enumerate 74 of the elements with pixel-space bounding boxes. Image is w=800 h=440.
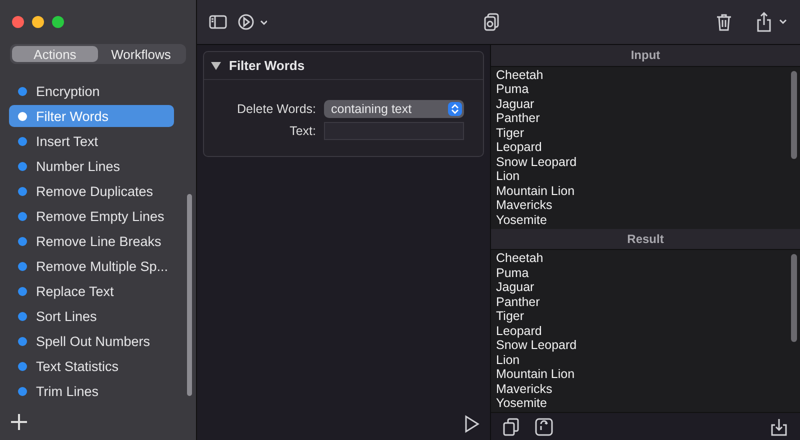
- dot-icon: [18, 362, 27, 370]
- text-line: Mountain Lion: [496, 184, 576, 198]
- sidebar-item[interactable]: Trim Lines: [9, 380, 174, 402]
- text-field[interactable]: [324, 122, 464, 140]
- scrollbar[interactable]: [791, 254, 797, 342]
- zoom-button[interactable]: [52, 16, 64, 28]
- gear-play-icon[interactable]: [237, 13, 267, 31]
- text-area[interactable]: Cheetah Puma Jaguar Panther Tiger Leopard Snow Leopard Lion Mountain Lion Mavericks Yosemite: [491, 66, 800, 229]
- text-area[interactable]: Cheetah Puma Jaguar Panther Tiger Leopard Snow Leopard Lion Mountain Lion Mavericks Yosemite: [491, 250, 800, 412]
- dot-icon: [18, 212, 27, 220]
- text-line: Tiger: [496, 126, 526, 140]
- text-line: Cheetah: [496, 251, 544, 266]
- dropdown[interactable]: containing text: [324, 100, 464, 118]
- tab[interactable]: Workflows: [98, 46, 184, 62]
- text-line: Snow Leopard: [496, 154, 578, 170]
- pane-header: Result: [491, 228, 800, 250]
- sidebar-item[interactable]: Remove Duplicates: [9, 180, 174, 202]
- sidebar-toggle-icon[interactable]: [209, 15, 227, 29]
- sidebar-item[interactable]: Remove Multiple Sp...: [9, 255, 174, 277]
- sidebar-item[interactable]: Sort Lines: [9, 305, 174, 327]
- text-line: Mavericks: [496, 198, 554, 213]
- text-line: Panther: [496, 111, 541, 126]
- dot-icon: [18, 162, 27, 170]
- minimize-button[interactable]: [32, 16, 44, 28]
- run-icon[interactable]: [464, 415, 480, 433]
- stepper-icon: [448, 102, 462, 116]
- text-line: Tiger: [496, 309, 526, 324]
- text-line: Cheetah: [496, 68, 544, 82]
- text-line: Jaguar: [496, 280, 536, 295]
- text-line: Mountain Lion: [496, 367, 576, 382]
- dot-icon: [18, 286, 27, 296]
- text-line: Panther: [496, 294, 541, 310]
- text-line: Yosemite: [496, 396, 548, 411]
- field-label: Delete Words:: [236, 102, 316, 116]
- text-line: Puma: [496, 266, 530, 280]
- download-icon[interactable]: [770, 418, 788, 436]
- text-line: Snow Leopard: [496, 338, 578, 353]
- text-line: Lion: [496, 352, 521, 368]
- action-title: Filter Words: [229, 58, 305, 73]
- dot-icon: [18, 312, 27, 320]
- close-button[interactable]: [12, 16, 24, 28]
- dot-icon: [18, 336, 27, 346]
- documents-icon[interactable]: [484, 13, 500, 31]
- text-line: Mavericks: [496, 382, 554, 396]
- sidebar-item[interactable]: Remove Empty Lines: [9, 205, 174, 227]
- sidebar-item[interactable]: Remove Line Breaks: [9, 230, 174, 252]
- sidebar-item[interactable]: Insert Text: [9, 130, 174, 152]
- trash-icon[interactable]: [716, 13, 732, 31]
- scrollbar[interactable]: [791, 70, 797, 159]
- dot-icon: [18, 186, 27, 196]
- scrollbar[interactable]: [187, 194, 192, 396]
- text-line: Leopard: [496, 324, 543, 338]
- text-line: Yosemite: [496, 212, 548, 228]
- dot-icon: [18, 262, 27, 270]
- sidebar-item[interactable]: Replace Text: [9, 280, 174, 302]
- dot-icon: [18, 112, 27, 120]
- dot-icon: [18, 136, 27, 146]
- dot-icon: [18, 236, 27, 246]
- dot-icon: [18, 86, 27, 96]
- sidebar-item[interactable]: Number Lines: [9, 155, 174, 177]
- share-icon[interactable]: [756, 12, 788, 32]
- copy-icon[interactable]: [503, 418, 519, 436]
- add-button[interactable]: [10, 413, 28, 431]
- sidebar-item[interactable]: Text Statistics: [9, 355, 174, 377]
- sidebar-item[interactable]: Spell Out Numbers: [9, 330, 174, 352]
- sidebar-item[interactable]: Encryption: [9, 80, 174, 102]
- pane-header: Input: [491, 45, 800, 67]
- text-line: Puma: [496, 82, 530, 97]
- text-line: Lion: [496, 169, 521, 184]
- dot-icon: [18, 386, 27, 396]
- disclosure-triangle-icon[interactable]: [211, 62, 221, 70]
- field-label: Text:: [288, 124, 316, 138]
- text-line: Jaguar: [496, 96, 536, 112]
- text-line: Leopard: [496, 140, 543, 155]
